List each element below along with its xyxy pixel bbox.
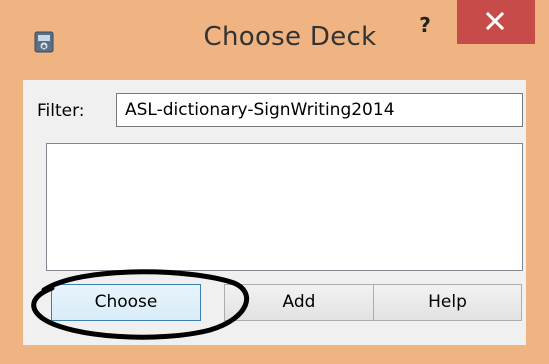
close-icon	[485, 11, 505, 31]
app-icon	[34, 31, 54, 53]
choose-button[interactable]: Choose	[51, 284, 201, 321]
filter-input[interactable]	[116, 93, 523, 127]
dialog-body: Filter: Choose Add Help	[23, 80, 526, 345]
choose-deck-dialog: Choose Deck ? Filter: Choose Add Help	[0, 0, 549, 364]
add-button[interactable]: Add	[224, 284, 374, 321]
title-bar[interactable]: Choose Deck ?	[0, 0, 549, 80]
help-button[interactable]: Help	[373, 284, 522, 321]
help-icon[interactable]: ?	[410, 12, 440, 38]
dialog-title: Choose Deck	[203, 22, 377, 52]
close-button[interactable]	[457, 0, 535, 44]
deck-list[interactable]	[46, 143, 523, 271]
filter-label: Filter:	[37, 101, 85, 121]
